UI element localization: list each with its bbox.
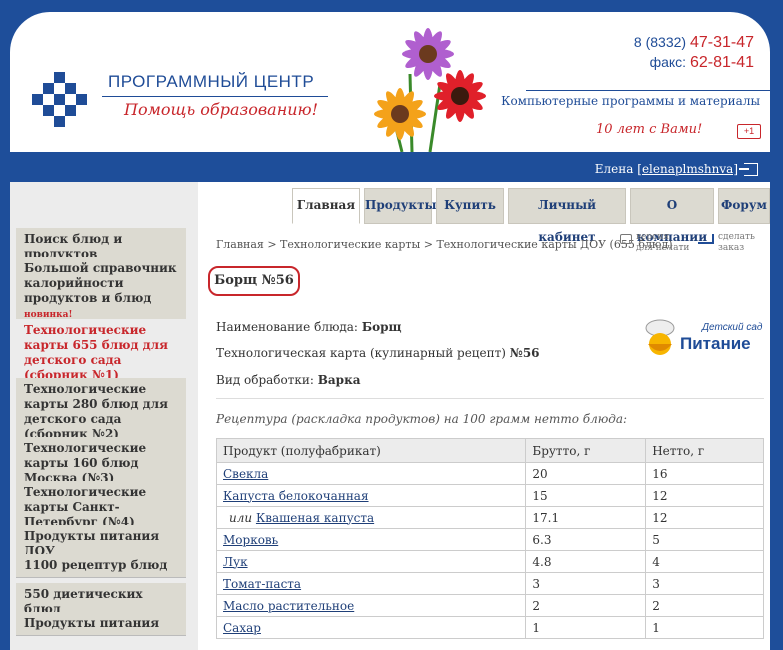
product-link[interactable]: Свекла xyxy=(223,467,268,481)
section-divider xyxy=(216,398,764,399)
brutto-cell: 17.1 xyxy=(525,506,647,529)
table-row: или Квашеная капуста 17.1 12 xyxy=(215,506,764,529)
sidebar-item-calorie-guide[interactable]: Большой справочник калорийности продукто… xyxy=(16,257,186,328)
product-link[interactable]: Лук xyxy=(223,555,248,569)
print-version-link[interactable]: версия для печати xyxy=(620,232,689,254)
brutto-cell: 3 xyxy=(525,572,647,595)
product-link[interactable]: Масло растительное xyxy=(223,599,354,613)
breadcrumb[interactable]: Главная > Технологические карты > Технол… xyxy=(216,238,673,251)
netto-cell: 3 xyxy=(645,572,764,595)
years-badge: 10 лет с Вами! xyxy=(596,122,703,137)
product-link[interactable]: Квашеная капуста xyxy=(256,511,374,525)
main-tabs: Главная Продукты Купить Личный кабинет О… xyxy=(280,186,770,244)
brutto-cell: 6.3 xyxy=(525,528,647,551)
column-header-netto: Нетто, г xyxy=(645,438,764,463)
user-login-link[interactable]: [elenaplmshnva] xyxy=(637,162,738,176)
flowers-image xyxy=(374,28,486,152)
tab-buy[interactable]: Купить xyxy=(436,188,504,224)
column-header-brutto: Брутто, г xyxy=(525,438,647,463)
table-row: Капуста белокочанная 15 12 xyxy=(215,484,764,507)
product-link[interactable]: Сахар xyxy=(223,621,261,635)
netto-cell: 1 xyxy=(645,616,764,639)
brand-tagline: Помощь образованию! xyxy=(124,100,319,119)
table-row: Сахар 1 1 xyxy=(215,616,764,639)
sidebar-item-1100-recipes[interactable]: 1100 рецептур блюд xyxy=(16,554,186,578)
brutto-cell: 2 xyxy=(525,594,647,617)
fax-number: факс: 62-81-41 xyxy=(649,54,754,71)
content-area: Поиск блюд и продуктов Большой справочни… xyxy=(10,182,770,650)
main-panel: Главная Продукты Купить Личный кабинет О… xyxy=(198,182,770,650)
netto-cell: 2 xyxy=(645,594,764,617)
alternative-prefix: или xyxy=(229,510,253,525)
table-row: Лук 4.8 4 xyxy=(215,550,764,573)
brutto-cell: 15 xyxy=(525,484,647,507)
logo-icon[interactable] xyxy=(32,72,88,128)
table-row: Масло растительное 2 2 xyxy=(215,594,764,617)
brutto-cell: 1 xyxy=(525,616,647,639)
tab-about[interactable]: О компании xyxy=(630,188,714,244)
recipe-note: Рецептура (раскладка продуктов) на 100 г… xyxy=(216,412,628,426)
phone-number: 8 (8332) 47-31-47 xyxy=(633,34,754,51)
netto-cell: 12 xyxy=(645,506,764,529)
netto-cell: 4 xyxy=(645,550,764,573)
netto-cell: 12 xyxy=(645,484,764,507)
chef-icon xyxy=(645,319,675,355)
table-row: Томат-паста 3 3 xyxy=(215,572,764,595)
tab-products[interactable]: Продукты xyxy=(364,188,437,224)
dish-name-line: Наименование блюда: Борщ xyxy=(216,320,402,334)
product-link[interactable]: Морковь xyxy=(223,533,278,547)
cart-icon xyxy=(698,234,714,244)
user-bar: Елена [elenaplmshnva] xyxy=(10,158,770,182)
user-name: Елена [elenaplmshnva] xyxy=(594,162,738,176)
product-link[interactable]: Томат-паста xyxy=(223,577,301,591)
site-header: ПРОГРАММНЫЙ ЦЕНТР Помощь образованию! 8 … xyxy=(10,12,770,152)
logout-icon[interactable] xyxy=(739,163,758,176)
column-header-product: Продукт (полуфабрикат) xyxy=(215,438,527,463)
netto-cell: 16 xyxy=(645,462,764,485)
brand-name[interactable]: ПРОГРАММНЫЙ ЦЕНТР xyxy=(108,72,314,92)
slogan-divider xyxy=(526,90,770,91)
products-table: Продукт (полуфабрикат) Брутто, г Нетто, … xyxy=(215,438,764,639)
tech-card-line: Технологическая карта (кулинарный рецепт… xyxy=(216,346,540,360)
kindergarten-logo: Детский сад Питание xyxy=(640,314,764,360)
sidebar-item-food-products[interactable]: Продукты питания xyxy=(16,612,186,636)
product-link[interactable]: Капуста белокочанная xyxy=(223,489,369,503)
brutto-cell: 4.8 xyxy=(525,550,647,573)
process-line: Вид обработки: Варка xyxy=(216,373,361,387)
tab-forum[interactable]: Форум xyxy=(718,188,770,224)
brand-divider xyxy=(102,96,328,97)
table-header-row: Продукт (полуфабрикат) Брутто, г Нетто, … xyxy=(215,438,764,463)
netto-cell: 5 xyxy=(645,528,764,551)
brutto-cell: 20 xyxy=(525,462,647,485)
printer-icon xyxy=(620,234,632,244)
dish-title: Борщ №56 xyxy=(208,266,300,296)
make-order-link[interactable]: сделать заказ xyxy=(698,232,755,254)
table-row: Морковь 6.3 5 xyxy=(215,528,764,551)
sidebar-item-tech-cards-1[interactable]: Технологические карты 655 блюд для детск… xyxy=(16,319,186,387)
sidebar: Поиск блюд и продуктов Большой справочни… xyxy=(10,182,192,650)
tab-home[interactable]: Главная xyxy=(292,188,360,224)
google-plus-button[interactable]: +1 xyxy=(737,124,761,139)
slogan: Компьютерные программы и материалы xyxy=(501,94,760,108)
table-row: Свекла 20 16 xyxy=(215,462,764,485)
tab-account[interactable]: Личный кабинет xyxy=(508,188,626,244)
